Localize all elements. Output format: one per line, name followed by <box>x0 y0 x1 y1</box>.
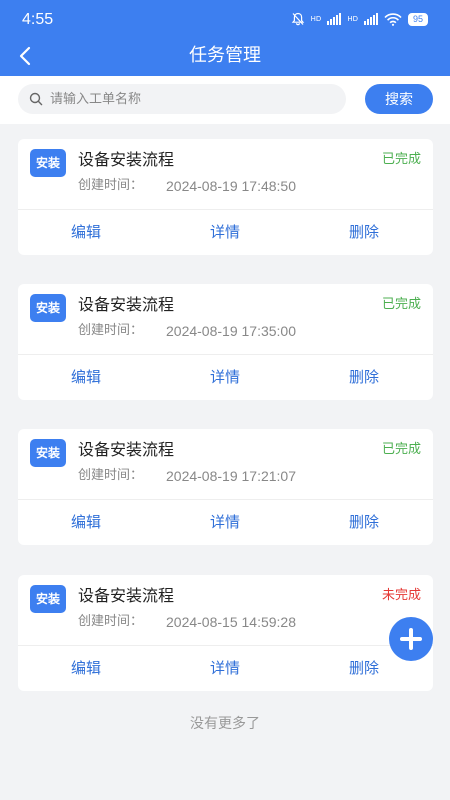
created-time-value: 2024-08-19 17:35:00 <box>166 323 296 339</box>
app-header: 4:55 HD HD 95 任务管理 <box>0 0 450 76</box>
task-status: 未完成 <box>381 588 421 603</box>
add-task-button[interactable] <box>389 617 433 661</box>
task-card[interactable]: 安装 设备安装流程 已完成 创建时间： 2024-08-19 17:35:00 … <box>18 284 433 400</box>
signal-icon-2 <box>363 13 378 25</box>
edit-button[interactable]: 编辑 <box>56 210 116 255</box>
detail-button[interactable]: 详情 <box>195 500 255 545</box>
task-status: 已完成 <box>381 442 421 457</box>
delete-button[interactable]: 删除 <box>334 500 394 545</box>
created-time-value: 2024-08-15 14:59:28 <box>166 614 296 630</box>
task-name: 设备安装流程 <box>78 150 175 169</box>
edit-button[interactable]: 编辑 <box>56 646 116 691</box>
task-name: 设备安装流程 <box>78 440 175 459</box>
created-time-label: 创建时间： <box>78 178 144 193</box>
task-status: 已完成 <box>381 297 421 312</box>
task-name: 设备安装流程 <box>78 586 175 605</box>
install-badge-icon: 安装 <box>30 294 66 322</box>
detail-button[interactable]: 详情 <box>195 646 255 691</box>
search-box <box>18 84 346 114</box>
install-badge-icon: 安装 <box>30 149 66 177</box>
search-icon <box>29 92 43 106</box>
edit-button[interactable]: 编辑 <box>56 355 116 400</box>
hd-label-1: HD <box>310 15 322 23</box>
delete-button[interactable]: 删除 <box>334 210 394 255</box>
status-time: 4:55 <box>22 11 54 28</box>
page-title: 任务管理 <box>189 45 261 66</box>
task-card[interactable]: 安装 设备安装流程 已完成 创建时间： 2024-08-19 17:48:50 … <box>18 139 433 255</box>
mute-bell-icon <box>291 12 304 26</box>
card-actions: 编辑 详情 删除 <box>18 500 433 545</box>
card-actions: 编辑 详情 删除 <box>18 210 433 255</box>
card-actions: 编辑 详情 删除 <box>18 355 433 400</box>
detail-button[interactable]: 详情 <box>195 355 255 400</box>
wifi-icon <box>384 12 402 26</box>
status-icons: HD HD 95 <box>291 12 428 26</box>
detail-button[interactable]: 详情 <box>195 210 255 255</box>
battery-icon: 95 <box>407 12 428 26</box>
edit-button[interactable]: 编辑 <box>56 500 116 545</box>
created-time-value: 2024-08-19 17:21:07 <box>166 468 296 484</box>
created-time-label: 创建时间： <box>78 614 144 629</box>
signal-icon <box>327 13 342 25</box>
task-card[interactable]: 安装 设备安装流程 已完成 创建时间： 2024-08-19 17:21:07 … <box>18 429 433 545</box>
status-bar: 4:55 HD HD 95 <box>0 0 450 40</box>
created-time-value: 2024-08-19 17:48:50 <box>166 178 296 194</box>
search-input[interactable] <box>50 84 330 114</box>
hd-label-2: HD <box>347 15 358 23</box>
search-button[interactable]: 搜索 <box>365 84 433 114</box>
delete-button[interactable]: 删除 <box>334 646 394 691</box>
created-time-label: 创建时间： <box>78 323 144 338</box>
search-bar: 搜索 <box>0 76 450 124</box>
task-status: 已完成 <box>381 152 421 167</box>
task-card[interactable]: 安装 设备安装流程 未完成 创建时间： 2024-08-15 14:59:28 … <box>18 575 433 691</box>
install-badge-icon: 安装 <box>30 585 66 613</box>
delete-button[interactable]: 删除 <box>334 355 394 400</box>
created-time-label: 创建时间： <box>78 468 144 483</box>
task-name: 设备安装流程 <box>78 295 175 314</box>
no-more-text: 没有更多了 <box>190 716 260 732</box>
install-badge-icon: 安装 <box>30 439 66 467</box>
card-actions: 编辑 详情 删除 <box>18 646 433 691</box>
